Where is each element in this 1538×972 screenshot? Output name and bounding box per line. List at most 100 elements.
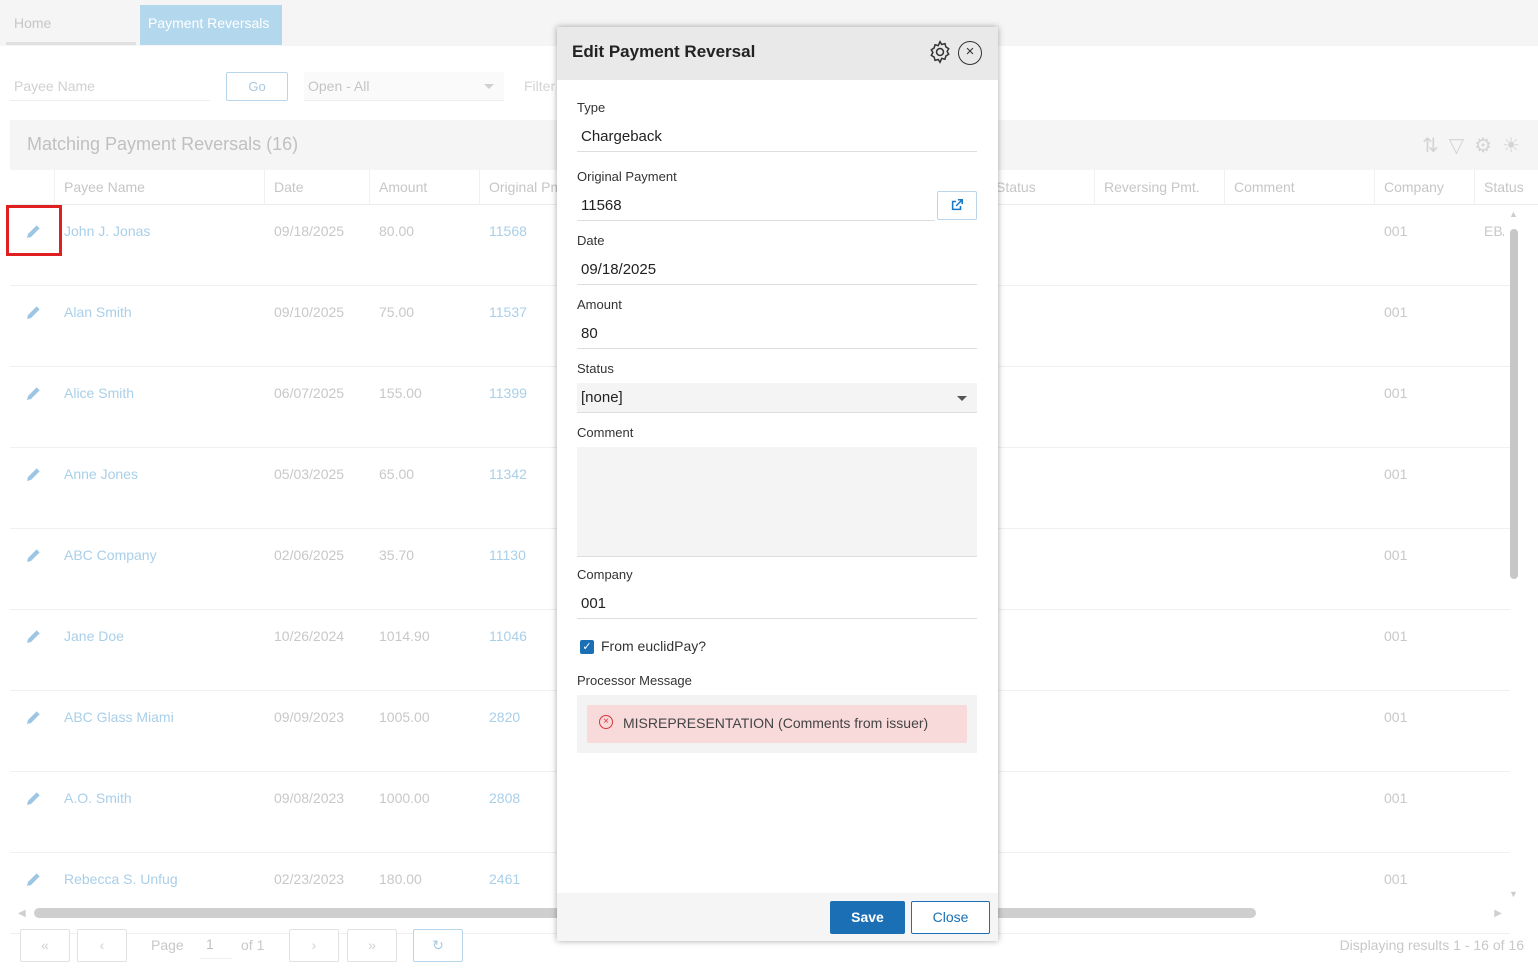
close-icon[interactable]: × xyxy=(958,41,982,65)
first-page-button[interactable]: « xyxy=(20,929,70,962)
cell-original-pmt[interactable]: 2461 xyxy=(489,871,520,887)
cell-company: 001 xyxy=(1384,385,1408,401)
scroll-up-icon[interactable]: ▲ xyxy=(1509,209,1518,219)
status-select[interactable]: [none] xyxy=(577,383,977,413)
refresh-button[interactable]: ↻ xyxy=(413,929,463,962)
filter-input[interactable]: Filter xyxy=(520,72,556,101)
col-payee-name[interactable]: Payee Name xyxy=(64,179,145,195)
cell-payee-name[interactable]: Alice Smith xyxy=(64,385,134,401)
cell-amount: 1014.90 xyxy=(379,628,430,644)
scroll-right-icon[interactable]: ▶ xyxy=(1494,908,1502,919)
edit-icon[interactable] xyxy=(24,869,46,891)
page-number-input[interactable]: 1 xyxy=(200,931,232,959)
cell-company: 001 xyxy=(1384,547,1408,563)
col-original-pmt[interactable]: Original Pmt xyxy=(489,179,566,195)
cell-date: 02/06/2025 xyxy=(274,547,345,563)
col-amount[interactable]: Amount xyxy=(379,179,427,195)
status-filter-select[interactable]: Open - All xyxy=(304,72,504,101)
col-reversing-pmt[interactable]: Reversing Pmt. xyxy=(1104,179,1200,195)
cell-amount: 80.00 xyxy=(379,223,415,239)
cell-amount: 155.00 xyxy=(379,385,422,401)
comment-textarea[interactable] xyxy=(577,447,977,557)
col-date[interactable]: Date xyxy=(274,179,304,195)
open-original-payment-button[interactable] xyxy=(937,191,977,220)
last-page-button[interactable]: » xyxy=(347,929,397,962)
cell-original-pmt[interactable]: 2820 xyxy=(489,709,520,725)
scroll-down-icon[interactable]: ▼ xyxy=(1509,889,1518,899)
vertical-scrollbar[interactable]: ▲ ▼ xyxy=(1506,205,1520,899)
date-field[interactable]: 09/18/2025 xyxy=(577,255,977,285)
external-link-icon xyxy=(951,198,964,211)
cell-payee-name[interactable]: ABC Glass Miami xyxy=(64,709,174,725)
edit-row-highlight xyxy=(6,205,62,256)
amount-field[interactable]: 80 xyxy=(577,319,977,349)
edit-icon[interactable] xyxy=(24,788,46,810)
dialog-title: Edit Payment Reversal xyxy=(572,42,756,61)
vertical-scroll-thumb[interactable] xyxy=(1510,229,1518,579)
chevron-down-icon xyxy=(957,396,967,401)
cell-date: 09/10/2025 xyxy=(274,304,345,320)
tab-home[interactable]: Home xyxy=(6,5,136,45)
cell-payee-name[interactable]: Jane Doe xyxy=(64,628,124,644)
cell-date: 09/08/2023 xyxy=(274,790,345,806)
status-filter-value: Open - All xyxy=(308,78,370,94)
from-euclidpay-checkbox[interactable]: ✓ xyxy=(580,640,594,654)
sort-icon[interactable]: ⇅ xyxy=(1422,133,1439,158)
cell-company: 001 xyxy=(1384,466,1408,482)
edit-icon[interactable] xyxy=(24,383,46,405)
cell-date: 05/03/2025 xyxy=(274,466,345,482)
cell-company: 001 xyxy=(1384,628,1408,644)
edit-icon[interactable] xyxy=(24,302,46,324)
cell-original-pmt[interactable]: 2808 xyxy=(489,790,520,806)
cell-payee-name[interactable]: John J. Jonas xyxy=(64,223,150,239)
col-comment[interactable]: Comment xyxy=(1234,179,1295,195)
cell-original-pmt[interactable]: 11342 xyxy=(489,466,527,482)
date-label: Date xyxy=(577,233,605,248)
cell-original-pmt[interactable]: 11046 xyxy=(489,628,527,644)
cell-payee-name[interactable]: A.O. Smith xyxy=(64,790,132,806)
save-button[interactable]: Save xyxy=(830,901,905,934)
type-label: Type xyxy=(577,100,606,115)
cell-payee-name[interactable]: Rebecca S. Unfug xyxy=(64,871,178,887)
cell-company: 001 xyxy=(1384,304,1408,320)
processor-message-label: Processor Message xyxy=(577,673,692,688)
scroll-left-icon[interactable]: ◀ xyxy=(18,908,26,919)
results-count: Displaying results 1 - 16 of 16 xyxy=(1339,937,1524,953)
cell-original-pmt[interactable]: 11537 xyxy=(489,304,527,320)
prev-page-button[interactable]: ‹ xyxy=(77,929,127,962)
close-button[interactable]: Close xyxy=(911,901,990,934)
cell-payee-name[interactable]: Alan Smith xyxy=(64,304,132,320)
original-payment-field[interactable]: 11568 xyxy=(577,191,935,221)
edit-icon[interactable] xyxy=(24,464,46,486)
cell-original-pmt[interactable]: 11130 xyxy=(489,547,526,563)
grid-title: Matching Payment Reversals (16) xyxy=(27,134,299,154)
cell-amount: 180.00 xyxy=(379,871,422,887)
payee-name-input[interactable]: Payee Name xyxy=(10,72,210,101)
clear-filter-icon[interactable]: ▽ xyxy=(1449,133,1464,158)
cell-date: 06/07/2025 xyxy=(274,385,345,401)
col-status-2[interactable]: Status xyxy=(1484,179,1528,195)
cell-payee-name[interactable]: ABC Company xyxy=(64,547,157,563)
go-button[interactable]: Go xyxy=(226,72,288,101)
dialog-header: Edit Payment Reversal × xyxy=(557,27,998,80)
processor-message-text: MISREPRESENTATION (Comments from issuer) xyxy=(623,715,929,731)
cell-amount: 1005.00 xyxy=(379,709,430,725)
error-icon: × xyxy=(599,715,613,729)
col-company[interactable]: Company xyxy=(1384,179,1444,195)
edit-icon[interactable] xyxy=(24,626,46,648)
tab-payment-reversals[interactable]: Payment Reversals xyxy=(140,5,282,45)
lightbulb-icon[interactable]: ☀ xyxy=(1502,133,1520,158)
cell-amount: 35.70 xyxy=(379,547,415,563)
edit-icon[interactable] xyxy=(24,545,46,567)
type-field[interactable]: Chargeback xyxy=(577,122,977,152)
cell-original-pmt[interactable]: 11399 xyxy=(489,385,527,401)
gear-icon[interactable]: ⚙ xyxy=(1474,133,1492,158)
gear-icon[interactable] xyxy=(927,39,953,65)
company-field[interactable]: 001 xyxy=(577,589,977,619)
edit-icon[interactable] xyxy=(24,707,46,729)
status-select-value: [none] xyxy=(581,389,623,406)
cell-original-pmt[interactable]: 11568 xyxy=(489,223,527,239)
next-page-button[interactable]: › xyxy=(289,929,339,962)
col-status[interactable]: Status xyxy=(996,179,1036,195)
cell-payee-name[interactable]: Anne Jones xyxy=(64,466,138,482)
